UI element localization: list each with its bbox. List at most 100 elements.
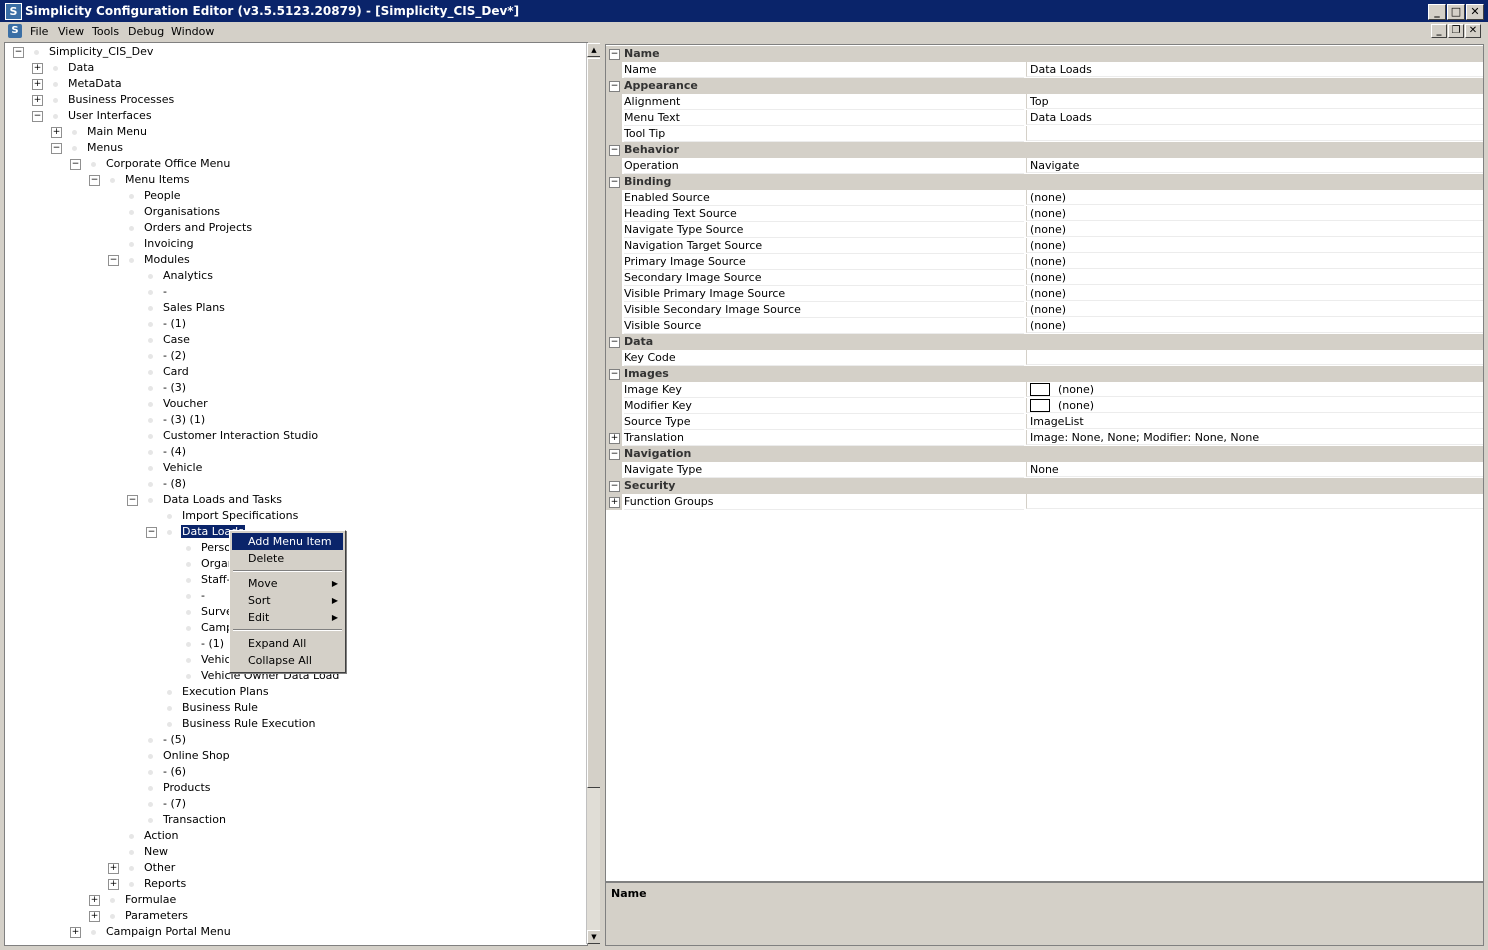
property-row[interactable]: Enabled Source (none) bbox=[606, 190, 1483, 206]
maximize-button[interactable]: □ bbox=[1447, 4, 1465, 20]
tree-node[interactable]: + MetaData bbox=[32, 76, 123, 92]
tree-node-label[interactable]: - (4) bbox=[162, 445, 187, 458]
menu-tree[interactable]: − Simplicity_CIS_Dev + Data + MetaData + Busine… bbox=[4, 42, 588, 946]
tree-node-label[interactable]: Simplicity_CIS_Dev bbox=[48, 45, 154, 58]
property-value[interactable]: (none) bbox=[1026, 382, 1483, 397]
tree-node[interactable]: - (6) bbox=[127, 764, 187, 780]
ctx-move[interactable]: Move ▶ bbox=[232, 575, 343, 592]
tree-node-label[interactable]: Customer Interaction Studio bbox=[162, 429, 319, 442]
expand-icon[interactable]: + bbox=[32, 94, 43, 106]
tree-node-label[interactable]: Business Processes bbox=[67, 93, 175, 106]
tree-node-label[interactable]: - (8) bbox=[162, 477, 187, 490]
property-category[interactable]: − Security bbox=[606, 478, 1483, 494]
tree-node-label[interactable]: Menus bbox=[86, 141, 124, 154]
collapse-icon[interactable]: − bbox=[609, 49, 620, 60]
collapse-icon[interactable]: − bbox=[146, 526, 157, 538]
collapse-icon[interactable]: − bbox=[609, 449, 620, 460]
tree-node[interactable]: People bbox=[108, 188, 182, 204]
expand-icon[interactable]: + bbox=[32, 78, 43, 90]
property-row[interactable]: Modifier Key (none) bbox=[606, 398, 1483, 414]
ctx-add-menu-item[interactable]: Add Menu Item bbox=[232, 533, 343, 550]
collapse-icon[interactable]: − bbox=[609, 177, 620, 188]
property-row[interactable]: Name Data Loads bbox=[606, 62, 1483, 78]
property-category[interactable]: − Appearance bbox=[606, 78, 1483, 94]
collapse-icon[interactable]: − bbox=[89, 174, 100, 186]
collapse-icon[interactable]: − bbox=[13, 46, 24, 58]
property-row[interactable]: Tool Tip bbox=[606, 126, 1483, 142]
tree-node[interactable]: Import Specifications bbox=[146, 508, 299, 524]
collapse-icon[interactable]: − bbox=[609, 337, 620, 348]
tree-node[interactable]: + Business Processes bbox=[32, 92, 175, 108]
property-row[interactable]: Heading Text Source (none) bbox=[606, 206, 1483, 222]
tree-node[interactable]: Products bbox=[127, 780, 212, 796]
tree-node[interactable]: - (3) (1) bbox=[127, 412, 206, 428]
tree-node[interactable]: Business Rule Execution bbox=[146, 716, 316, 732]
collapse-icon[interactable]: − bbox=[32, 110, 43, 122]
tree-node-label[interactable]: Voucher bbox=[162, 397, 209, 410]
property-category[interactable]: − Navigation bbox=[606, 446, 1483, 462]
property-category[interactable]: − Data bbox=[606, 334, 1483, 350]
collapse-icon[interactable]: − bbox=[51, 142, 62, 154]
property-row[interactable]: Visible Source (none) bbox=[606, 318, 1483, 334]
expand-icon[interactable]: + bbox=[89, 910, 100, 922]
property-value[interactable]: Image: None, None; Modifier: None, None bbox=[1026, 430, 1483, 445]
tree-node-label[interactable]: - (3) bbox=[162, 381, 187, 394]
tree-node-label[interactable]: Import Specifications bbox=[181, 509, 299, 522]
tree-node[interactable]: Vehicle bbox=[127, 460, 203, 476]
property-value[interactable]: (none) bbox=[1026, 318, 1483, 333]
tree-node-label[interactable]: Corporate Office Menu bbox=[105, 157, 231, 170]
ctx-delete[interactable]: Delete bbox=[232, 550, 343, 567]
tree-node[interactable]: - (8) bbox=[127, 476, 187, 492]
tree-node[interactable]: Voucher bbox=[127, 396, 209, 412]
tree-node[interactable]: Action bbox=[108, 828, 179, 844]
tree-node-label[interactable]: Online Shop bbox=[162, 749, 231, 762]
tree-node-label[interactable]: - (6) bbox=[162, 765, 187, 778]
property-row[interactable]: Operation Navigate bbox=[606, 158, 1483, 174]
collapse-icon[interactable]: − bbox=[609, 81, 620, 92]
collapse-icon[interactable]: − bbox=[609, 369, 620, 380]
property-value[interactable]: Top bbox=[1026, 94, 1483, 109]
tree-node-label[interactable]: - bbox=[200, 589, 206, 602]
property-value[interactable]: ImageList bbox=[1026, 414, 1483, 429]
tree-node-label[interactable]: New bbox=[143, 845, 169, 858]
ctx-expand-all[interactable]: Expand All bbox=[232, 635, 343, 652]
tree-node-label[interactable]: Organisations bbox=[143, 205, 221, 218]
collapse-icon[interactable]: − bbox=[609, 481, 620, 492]
tree-node-label[interactable]: Card bbox=[162, 365, 190, 378]
tree-node[interactable]: + Main Menu bbox=[51, 124, 148, 140]
tree-node[interactable]: + Campaign Portal Menu bbox=[70, 924, 232, 940]
tree-node[interactable]: Business Rule bbox=[146, 700, 259, 716]
property-category[interactable]: − Name bbox=[606, 46, 1483, 62]
tree-node-label[interactable]: Campaign Portal Menu bbox=[105, 925, 232, 938]
tree-node[interactable]: − Modules bbox=[108, 252, 191, 268]
property-row[interactable]: Primary Image Source (none) bbox=[606, 254, 1483, 270]
tree-node[interactable]: Online Shop bbox=[127, 748, 231, 764]
tree-node[interactable]: − Menus bbox=[51, 140, 124, 156]
tree-node[interactable]: - (4) bbox=[127, 444, 187, 460]
tree-node[interactable]: Case bbox=[127, 332, 191, 348]
tree-node-label[interactable]: MetaData bbox=[67, 77, 123, 90]
property-row[interactable]: Navigate Type Source (none) bbox=[606, 222, 1483, 238]
expand-icon[interactable]: + bbox=[108, 862, 119, 874]
expand-icon[interactable]: + bbox=[609, 433, 620, 444]
tree-node-label[interactable]: People bbox=[143, 189, 182, 202]
tree-node-label[interactable]: Case bbox=[162, 333, 191, 346]
tree-node-label[interactable]: Analytics bbox=[162, 269, 214, 282]
tree-node-label[interactable]: Invoicing bbox=[143, 237, 195, 250]
menu-window[interactable]: Window bbox=[171, 25, 214, 38]
collapse-icon[interactable]: − bbox=[609, 145, 620, 156]
menu-debug[interactable]: Debug bbox=[128, 25, 164, 38]
pane-splitter[interactable] bbox=[600, 42, 604, 946]
tree-node-label[interactable]: Formulae bbox=[124, 893, 177, 906]
tree-node[interactable]: - (1) bbox=[165, 636, 225, 652]
tree-scrollbar[interactable]: ▲ ▼ bbox=[586, 43, 601, 944]
property-row[interactable]: Alignment Top bbox=[606, 94, 1483, 110]
property-value[interactable] bbox=[1026, 126, 1483, 141]
scroll-up-icon[interactable]: ▲ bbox=[587, 43, 601, 57]
close-button[interactable]: ✕ bbox=[1466, 4, 1484, 20]
tree-node-label[interactable]: Orders and Projects bbox=[143, 221, 253, 234]
property-category[interactable]: − Images bbox=[606, 366, 1483, 382]
document-icon[interactable]: S bbox=[8, 24, 22, 38]
tree-node[interactable]: Customer Interaction Studio bbox=[127, 428, 319, 444]
tree-node[interactable]: Transaction bbox=[127, 812, 227, 828]
